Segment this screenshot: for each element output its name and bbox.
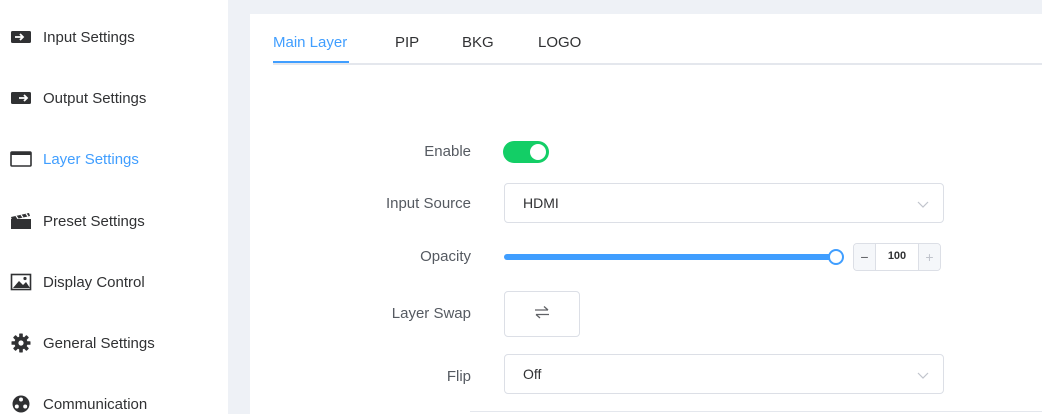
top-strip bbox=[228, 0, 1042, 14]
enable-label: Enable bbox=[424, 143, 471, 160]
input-source-select[interactable]: HDMI bbox=[504, 183, 944, 223]
output-icon bbox=[10, 89, 32, 107]
flip-select[interactable]: Off bbox=[504, 354, 944, 394]
sidebar-item-communication[interactable]: Communication bbox=[0, 384, 228, 414]
sidebar-item-label: Display Control bbox=[43, 273, 145, 291]
switch-knob bbox=[530, 144, 546, 160]
chevron-down-icon bbox=[917, 368, 929, 380]
opacity-stepper: − 100 + bbox=[853, 243, 941, 271]
sidebar-item-label: Layer Settings bbox=[43, 150, 139, 168]
opacity-slider-handle[interactable] bbox=[828, 249, 844, 265]
tab-pip[interactable]: PIP bbox=[395, 34, 419, 51]
network-icon bbox=[10, 395, 32, 413]
layer-tabs: Main Layer PIP BKG LOGO bbox=[273, 14, 1042, 65]
opacity-label: Opacity bbox=[420, 248, 471, 265]
tab-main-layer[interactable]: Main Layer bbox=[273, 34, 347, 51]
gear-icon bbox=[10, 333, 32, 353]
input-icon bbox=[10, 28, 32, 46]
layer-swap-label: Layer Swap bbox=[391, 305, 471, 322]
sidebar: Input Settings Output Settings Layer Set… bbox=[0, 0, 228, 414]
opacity-slider-fill bbox=[504, 254, 836, 260]
tab-bkg[interactable]: BKG bbox=[462, 34, 494, 51]
active-tab-indicator bbox=[273, 61, 349, 63]
decrement-button[interactable]: − bbox=[854, 244, 876, 270]
input-source-label: Input Source bbox=[385, 195, 471, 212]
content-gutter bbox=[228, 0, 250, 414]
input-source-value: HDMI bbox=[523, 195, 559, 211]
flip-label: Flip bbox=[446, 368, 471, 385]
sidebar-item-output-settings[interactable]: Output Settings bbox=[0, 78, 228, 118]
sidebar-item-display-control[interactable]: Display Control bbox=[0, 262, 228, 302]
app-root: Input Settings Output Settings Layer Set… bbox=[0, 0, 1042, 414]
sidebar-item-label: Output Settings bbox=[43, 89, 147, 107]
sidebar-item-general-settings[interactable]: General Settings bbox=[0, 323, 228, 363]
sidebar-item-label: Preset Settings bbox=[43, 212, 145, 230]
tab-logo[interactable]: LOGO bbox=[538, 34, 581, 51]
sidebar-item-label: Input Settings bbox=[43, 28, 135, 46]
image-icon bbox=[10, 273, 32, 291]
increment-button[interactable]: + bbox=[918, 244, 940, 270]
swap-arrows-icon bbox=[533, 305, 551, 324]
sidebar-item-preset-settings[interactable]: Preset Settings bbox=[0, 201, 228, 241]
clapperboard-icon bbox=[10, 212, 32, 230]
sidebar-item-layer-settings[interactable]: Layer Settings bbox=[0, 139, 228, 179]
sidebar-item-label: General Settings bbox=[43, 334, 155, 352]
sidebar-item-input-settings[interactable]: Input Settings bbox=[0, 17, 228, 57]
opacity-slider-track[interactable] bbox=[504, 254, 836, 260]
opacity-value[interactable]: 100 bbox=[876, 250, 918, 262]
chevron-down-icon bbox=[917, 197, 929, 209]
section-divider bbox=[470, 411, 1042, 412]
flip-value: Off bbox=[523, 366, 542, 382]
layer-swap-button[interactable] bbox=[504, 291, 580, 337]
enable-switch[interactable] bbox=[503, 141, 549, 163]
layer-window-icon bbox=[10, 150, 32, 168]
sidebar-item-label: Communication bbox=[43, 395, 148, 413]
main-panel: Main Layer PIP BKG LOGO Enable Input Sou… bbox=[250, 14, 1042, 414]
